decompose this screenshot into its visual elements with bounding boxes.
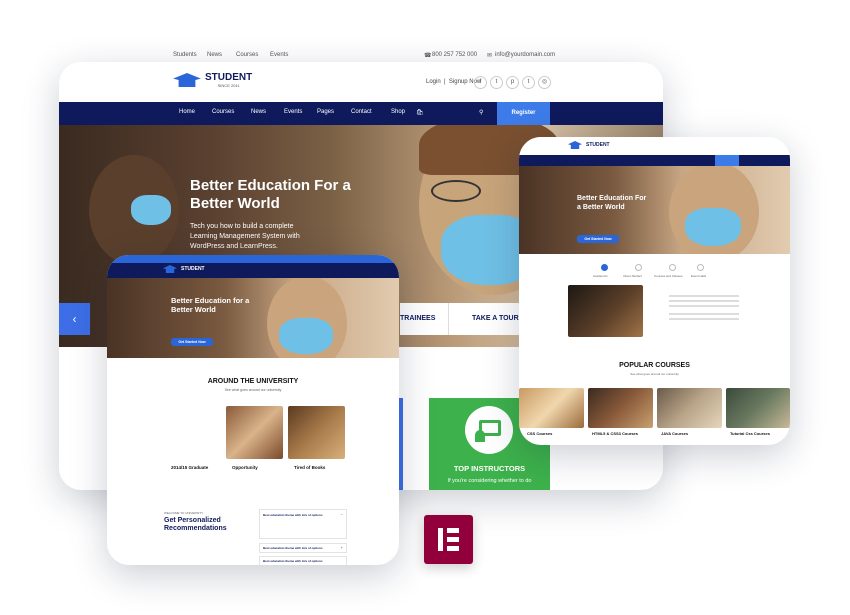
popular-courses-title: POPULAR COURSES (619, 362, 690, 369)
search-icon[interactable]: ⚲ (479, 109, 483, 116)
nav-home[interactable]: Home (179, 109, 195, 115)
topbar-email[interactable]: info@yourdomain.com (495, 52, 555, 58)
slider-prev-arrow[interactable]: ‹ (59, 303, 90, 335)
faq-item-3[interactable]: Best education theme with lots of option… (259, 556, 347, 565)
tablet-nav: STUDENT (107, 263, 399, 278)
topbar-phone: 800 257 752 000 (432, 52, 478, 58)
laptop-preview: STUDENT Better Education For a Better Wo… (519, 137, 790, 445)
site-logo[interactable]: STUDENT SINCE 2011 (173, 72, 252, 88)
instructors-title: TOP INSTRUCTORS (453, 464, 526, 473)
graduation-cap-icon (173, 73, 201, 87)
nav-contact[interactable]: Contact (351, 109, 372, 115)
topbar-link-students[interactable]: Students (173, 52, 197, 58)
nav-news[interactable]: News (251, 109, 266, 115)
face-mask (131, 195, 171, 225)
main-nav: Home Courses News Events Pages Contact S… (59, 102, 663, 125)
register-button[interactable]: Register (497, 102, 550, 125)
hero-title: Better Education For a Better World (190, 177, 351, 212)
course-title-css[interactable]: CSS Courses (527, 431, 552, 436)
site-header: STUDENT SINCE 2011 Login | Signup Now f … (59, 62, 663, 102)
tablet-preview: STUDENT Better Education for a Better Wo… (107, 255, 399, 565)
laptop-register-button[interactable] (715, 155, 739, 166)
tab-halls[interactable]: Event Halls (691, 274, 706, 278)
nav-events[interactable]: Events (284, 109, 302, 115)
twitter-icon[interactable]: t (490, 76, 503, 89)
minus-icon: − (340, 512, 343, 517)
faq-item-2[interactable]: Best education theme with lots of option… (259, 543, 347, 553)
course-title-tutorial[interactable]: Tutorial Css Courses (730, 431, 770, 436)
course-photo-html[interactable] (588, 388, 653, 428)
logo-since: SINCE 2011 (217, 83, 240, 88)
nav-shop[interactable]: Shop (391, 109, 405, 115)
plus-icon: + (340, 545, 343, 550)
rec-title: Get Personalized Recommendations (164, 517, 227, 532)
nav-pages[interactable]: Pages (317, 109, 334, 115)
nav-courses[interactable]: Courses (212, 109, 234, 115)
course-photo-java[interactable] (657, 388, 722, 428)
elementor-logo-icon (424, 515, 473, 564)
cart-icon[interactable]: 🛍 (416, 109, 424, 116)
instagram-icon[interactable]: ◎ (538, 76, 551, 89)
card-photo-books[interactable] (288, 406, 345, 459)
tab-about[interactable]: About Student (623, 274, 642, 278)
hero-text: Tech you how to build a complete Learnin… (190, 223, 300, 250)
tab-courses[interactable]: Courses and Classes (654, 274, 683, 278)
topbar-link-events[interactable]: Events (270, 52, 288, 58)
course-photo-tutorial[interactable] (726, 388, 790, 428)
card-title-opportunity[interactable]: Opportunity (232, 465, 258, 470)
card-photo-graduate[interactable] (164, 406, 221, 459)
laptop-get-started-button[interactable]: Get Started Now (577, 235, 619, 243)
facebook-icon[interactable]: f (474, 76, 487, 89)
topbar-link-courses[interactable]: Courses (236, 52, 258, 58)
topbar-link-news[interactable]: News (207, 52, 222, 58)
instructor-board-icon (465, 406, 513, 454)
card-title-graduate[interactable]: 2014/15 Graduate (171, 465, 208, 470)
tablet-hero: Better Education for a Better World Get … (107, 278, 399, 358)
ribbon-trainees[interactable]: TRAINEES (400, 315, 435, 322)
tablet-hero-title: Better Education for a Better World (171, 296, 250, 314)
phone-icon: ☎ (424, 53, 432, 59)
course-title-java[interactable]: JAVA Courses (661, 431, 688, 436)
instructors-text: If you're considering whether to do (447, 478, 532, 484)
tumblr-icon[interactable]: t (522, 76, 535, 89)
faq-item-1[interactable]: Best education theme with lots of option… (259, 509, 347, 539)
face-mask (279, 318, 333, 354)
laptop-hero-title: Better Education For a Better World (577, 195, 647, 211)
tab-academics[interactable]: Academics (593, 274, 608, 278)
top-bar: Students News Courses Events ☎ 800 257 7… (110, 50, 560, 62)
mail-icon: ✉ (487, 53, 493, 59)
laptop-nav (519, 155, 790, 166)
face-mask (685, 208, 741, 246)
tablet-section-title: AROUND THE UNIVERSITY (207, 378, 299, 385)
ribbon-take-tour[interactable]: TAKE A TOUR (472, 315, 519, 322)
pinterest-icon[interactable]: p (506, 76, 519, 89)
laptop-hero: Better Education For a Better World Get … (519, 166, 790, 254)
graduation-cap-icon (568, 141, 582, 149)
tab-dot-active[interactable] (601, 264, 608, 271)
course-title-html[interactable]: HTML5 & CSS3 Courses (592, 431, 638, 436)
graduation-cap-icon (163, 265, 177, 273)
card-title-books[interactable]: Tired of Books (294, 465, 325, 470)
tablet-get-started-button[interactable]: Get Started Now (171, 338, 213, 346)
logo-text: STUDENT (205, 72, 253, 83)
course-photo-css[interactable] (519, 388, 584, 428)
academics-photo (568, 285, 643, 337)
card-photo-opportunity[interactable] (226, 406, 283, 459)
auth-links[interactable]: Login | Signup Now (426, 79, 481, 85)
